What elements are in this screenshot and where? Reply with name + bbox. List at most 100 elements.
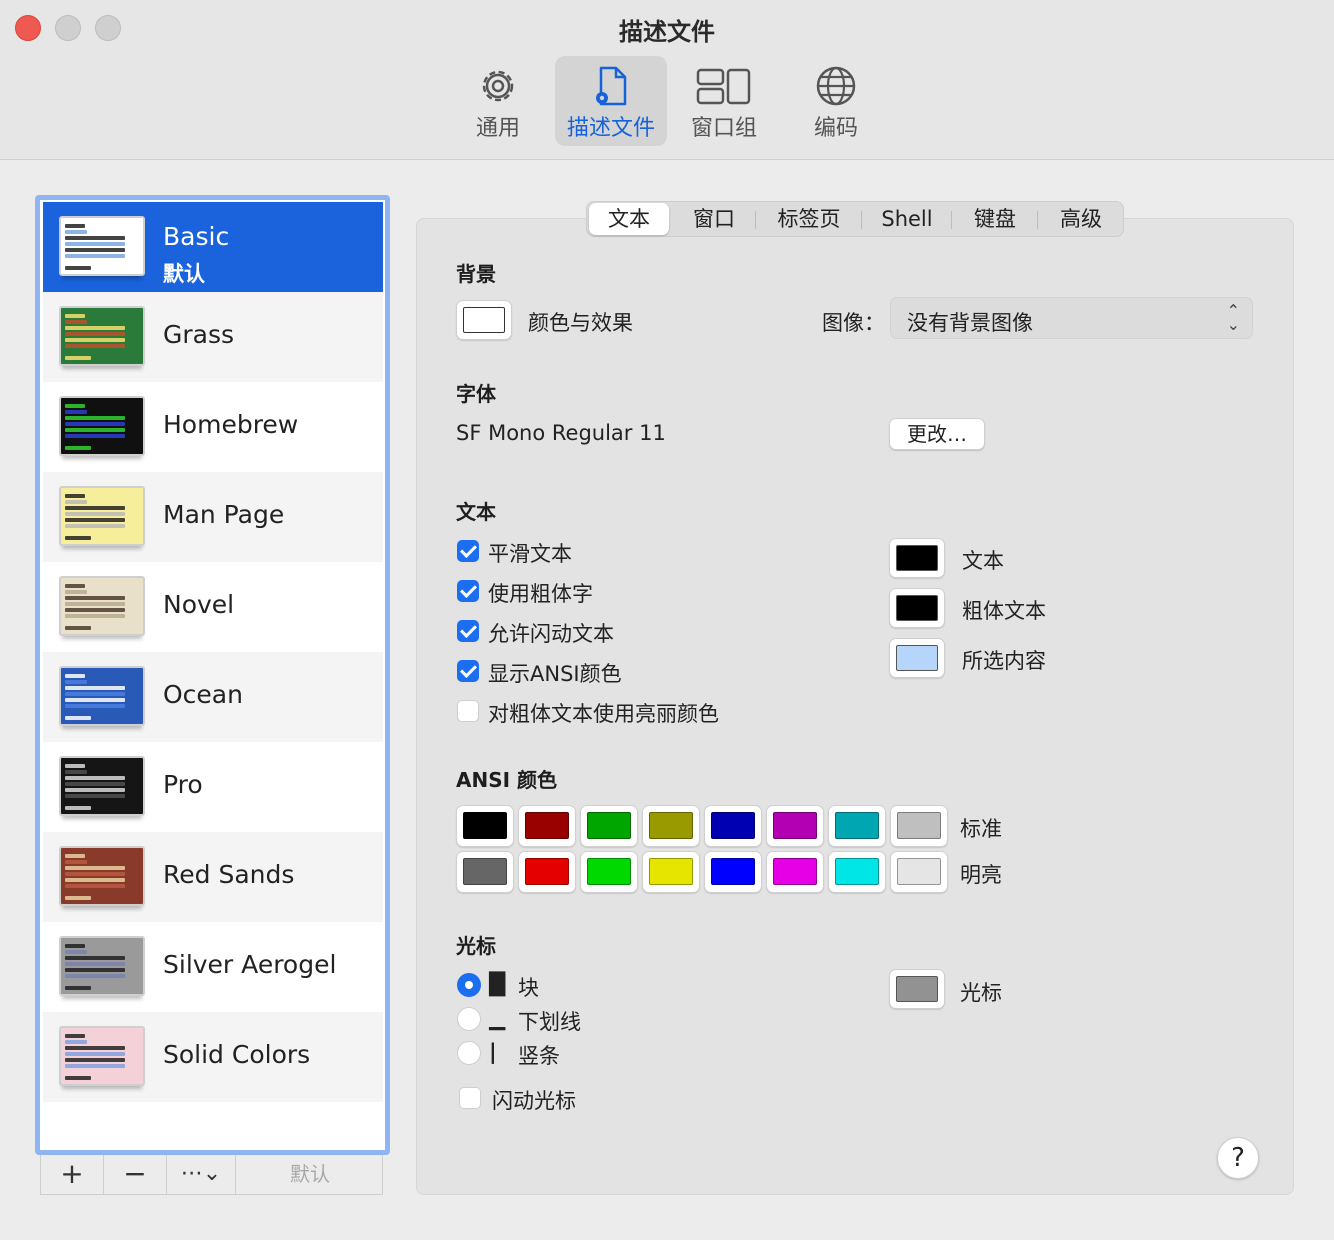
ansi-standard-color-well[interactable] xyxy=(828,805,886,847)
window-title: 描述文件 xyxy=(619,18,715,46)
tab-tabs[interactable]: 标签页 xyxy=(759,202,859,236)
cursor-section-title: 光标 xyxy=(456,934,496,958)
toolbar-general[interactable]: 通用 xyxy=(442,56,554,146)
blink-cursor-checkbox[interactable] xyxy=(459,1087,481,1109)
profile-row[interactable]: Man Page xyxy=(43,472,383,562)
tab-advanced[interactable]: 高级 xyxy=(1041,202,1121,236)
cursor-color-label: 光标 xyxy=(960,981,1002,1005)
add-profile-button[interactable]: + xyxy=(41,1155,104,1195)
text-option-checkbox[interactable] xyxy=(457,700,479,722)
text-color-well[interactable] xyxy=(889,638,945,678)
text-option-checkbox[interactable] xyxy=(457,540,479,562)
cursor-color-swatch xyxy=(896,976,938,1002)
ansi-standard-color-well[interactable] xyxy=(704,805,762,847)
remove-profile-button[interactable]: − xyxy=(104,1155,167,1195)
cursor-style-glyph: █ xyxy=(489,972,506,996)
profile-preview-thumbnail xyxy=(59,306,145,366)
background-section-title: 背景 xyxy=(456,262,496,286)
profile-row[interactable]: Pro xyxy=(43,742,383,832)
profile-row[interactable]: Silver Aerogel xyxy=(43,922,383,1012)
font-section-title: 字体 xyxy=(456,382,496,406)
background-image-value: 没有背景图像 xyxy=(907,311,1033,335)
cursor-style-radio[interactable] xyxy=(457,1041,481,1065)
profile-preview-thumbnail xyxy=(59,1026,145,1086)
ansi-bright-color-well[interactable] xyxy=(518,851,576,893)
ansi-bright-color-well[interactable] xyxy=(828,851,886,893)
gear-icon xyxy=(482,70,514,102)
tab-text[interactable]: 文本 xyxy=(589,203,669,235)
profile-preview-thumbnail xyxy=(59,666,145,726)
cursor-style-radio[interactable] xyxy=(457,1007,481,1031)
toolbar-profiles[interactable]: 描述文件 xyxy=(555,56,667,146)
profile-document-icon xyxy=(596,66,627,106)
ansi-bright-color-well[interactable] xyxy=(456,851,514,893)
profile-row[interactable]: Grass xyxy=(43,292,383,382)
profile-row[interactable]: Novel xyxy=(43,562,383,652)
ansi-standard-color-well[interactable] xyxy=(580,805,638,847)
text-color-well[interactable] xyxy=(889,588,945,628)
text-option-checkbox[interactable] xyxy=(457,580,479,602)
ansi-section-title: ANSI 颜色 xyxy=(456,768,558,792)
toolbar-encodings[interactable]: 编码 xyxy=(780,56,892,146)
profile-name: Homebrew xyxy=(163,410,299,439)
profile-name: Basic xyxy=(163,222,230,251)
text-option-checkbox[interactable] xyxy=(457,620,479,642)
toolbar-window-groups[interactable]: 窗口组 xyxy=(668,56,780,146)
help-button[interactable]: ? xyxy=(1217,1137,1259,1179)
profile-preview-thumbnail xyxy=(59,576,145,636)
profile-row[interactable]: Homebrew xyxy=(43,382,383,472)
profile-list[interactable]: Basic 默认 Grass Homebrew Man Page Novel Ocean Pr… xyxy=(35,195,390,1155)
toolbar-window-groups-label: 窗口组 xyxy=(690,116,757,141)
tab-window[interactable]: 窗口 xyxy=(674,202,754,236)
tab-keyboard[interactable]: 键盘 xyxy=(955,202,1035,236)
cursor-style-glyph: | xyxy=(489,1040,497,1064)
more-actions-menu-button[interactable]: ⋯⌄ xyxy=(167,1155,236,1195)
background-image-popup[interactable]: 没有背景图像 ⌃ ⌄ xyxy=(890,297,1253,339)
toolbar-encodings-label: 编码 xyxy=(813,116,858,141)
profile-row[interactable]: Solid Colors xyxy=(43,1012,383,1102)
default-profile-badge: 默认 xyxy=(163,262,205,286)
tab-shell[interactable]: Shell xyxy=(865,202,949,236)
image-label: 图像： xyxy=(822,311,885,335)
profile-preview-thumbnail xyxy=(59,486,145,546)
ansi-bright-color-well[interactable] xyxy=(704,851,762,893)
window-groups-icon xyxy=(696,68,751,105)
profile-preview-thumbnail xyxy=(59,396,145,456)
ansi-standard-color-well[interactable] xyxy=(890,805,948,847)
ansi-bright-color-well[interactable] xyxy=(642,851,700,893)
profile-name: Ocean xyxy=(163,680,243,709)
text-option-label: 对粗体文本使用亮丽颜色 xyxy=(488,702,719,726)
profile-list-toolbar: + − ⋯⌄ 默认 xyxy=(40,1155,383,1195)
ansi-bright-color-well[interactable] xyxy=(766,851,824,893)
ansi-standard-color-well[interactable] xyxy=(642,805,700,847)
profile-name: Novel xyxy=(163,590,235,619)
cursor-style-radio[interactable] xyxy=(457,973,481,997)
ansi-standard-color-well[interactable] xyxy=(518,805,576,847)
cursor-style-glyph: ▁ xyxy=(489,1006,506,1030)
globe-icon xyxy=(816,66,856,106)
profile-row[interactable]: Red Sands xyxy=(43,832,383,922)
blink-cursor-label: 闪动光标 xyxy=(492,1089,576,1113)
ansi-standard-color-well[interactable] xyxy=(766,805,824,847)
change-font-button[interactable]: 更改… xyxy=(889,418,985,450)
ansi-bright-color-well[interactable] xyxy=(890,851,948,893)
set-default-button[interactable]: 默认 xyxy=(236,1155,384,1195)
background-color-well[interactable] xyxy=(456,300,512,340)
ansi-bright-label: 明亮 xyxy=(960,863,1002,887)
text-option-checkbox[interactable] xyxy=(457,660,479,682)
text-option-label: 使用粗体字 xyxy=(488,582,593,606)
profile-name: Solid Colors xyxy=(163,1040,311,1069)
cursor-color-well[interactable] xyxy=(889,969,945,1009)
profile-preview-thumbnail xyxy=(59,936,145,996)
profile-row[interactable]: Basic 默认 xyxy=(43,202,383,292)
text-section-title: 文本 xyxy=(456,500,496,524)
profile-row[interactable]: Ocean xyxy=(43,652,383,742)
chevron-updown-icon: ⌃ ⌄ xyxy=(1226,301,1240,334)
ansi-standard-color-well[interactable] xyxy=(456,805,514,847)
font-value: SF Mono Regular 11 xyxy=(456,421,666,445)
ansi-bright-color-well[interactable] xyxy=(580,851,638,893)
text-color-label: 粗体文本 xyxy=(962,599,1046,623)
cursor-style-label: 竖条 xyxy=(518,1044,560,1068)
text-color-label: 所选内容 xyxy=(962,649,1046,673)
text-color-well[interactable] xyxy=(889,538,945,578)
